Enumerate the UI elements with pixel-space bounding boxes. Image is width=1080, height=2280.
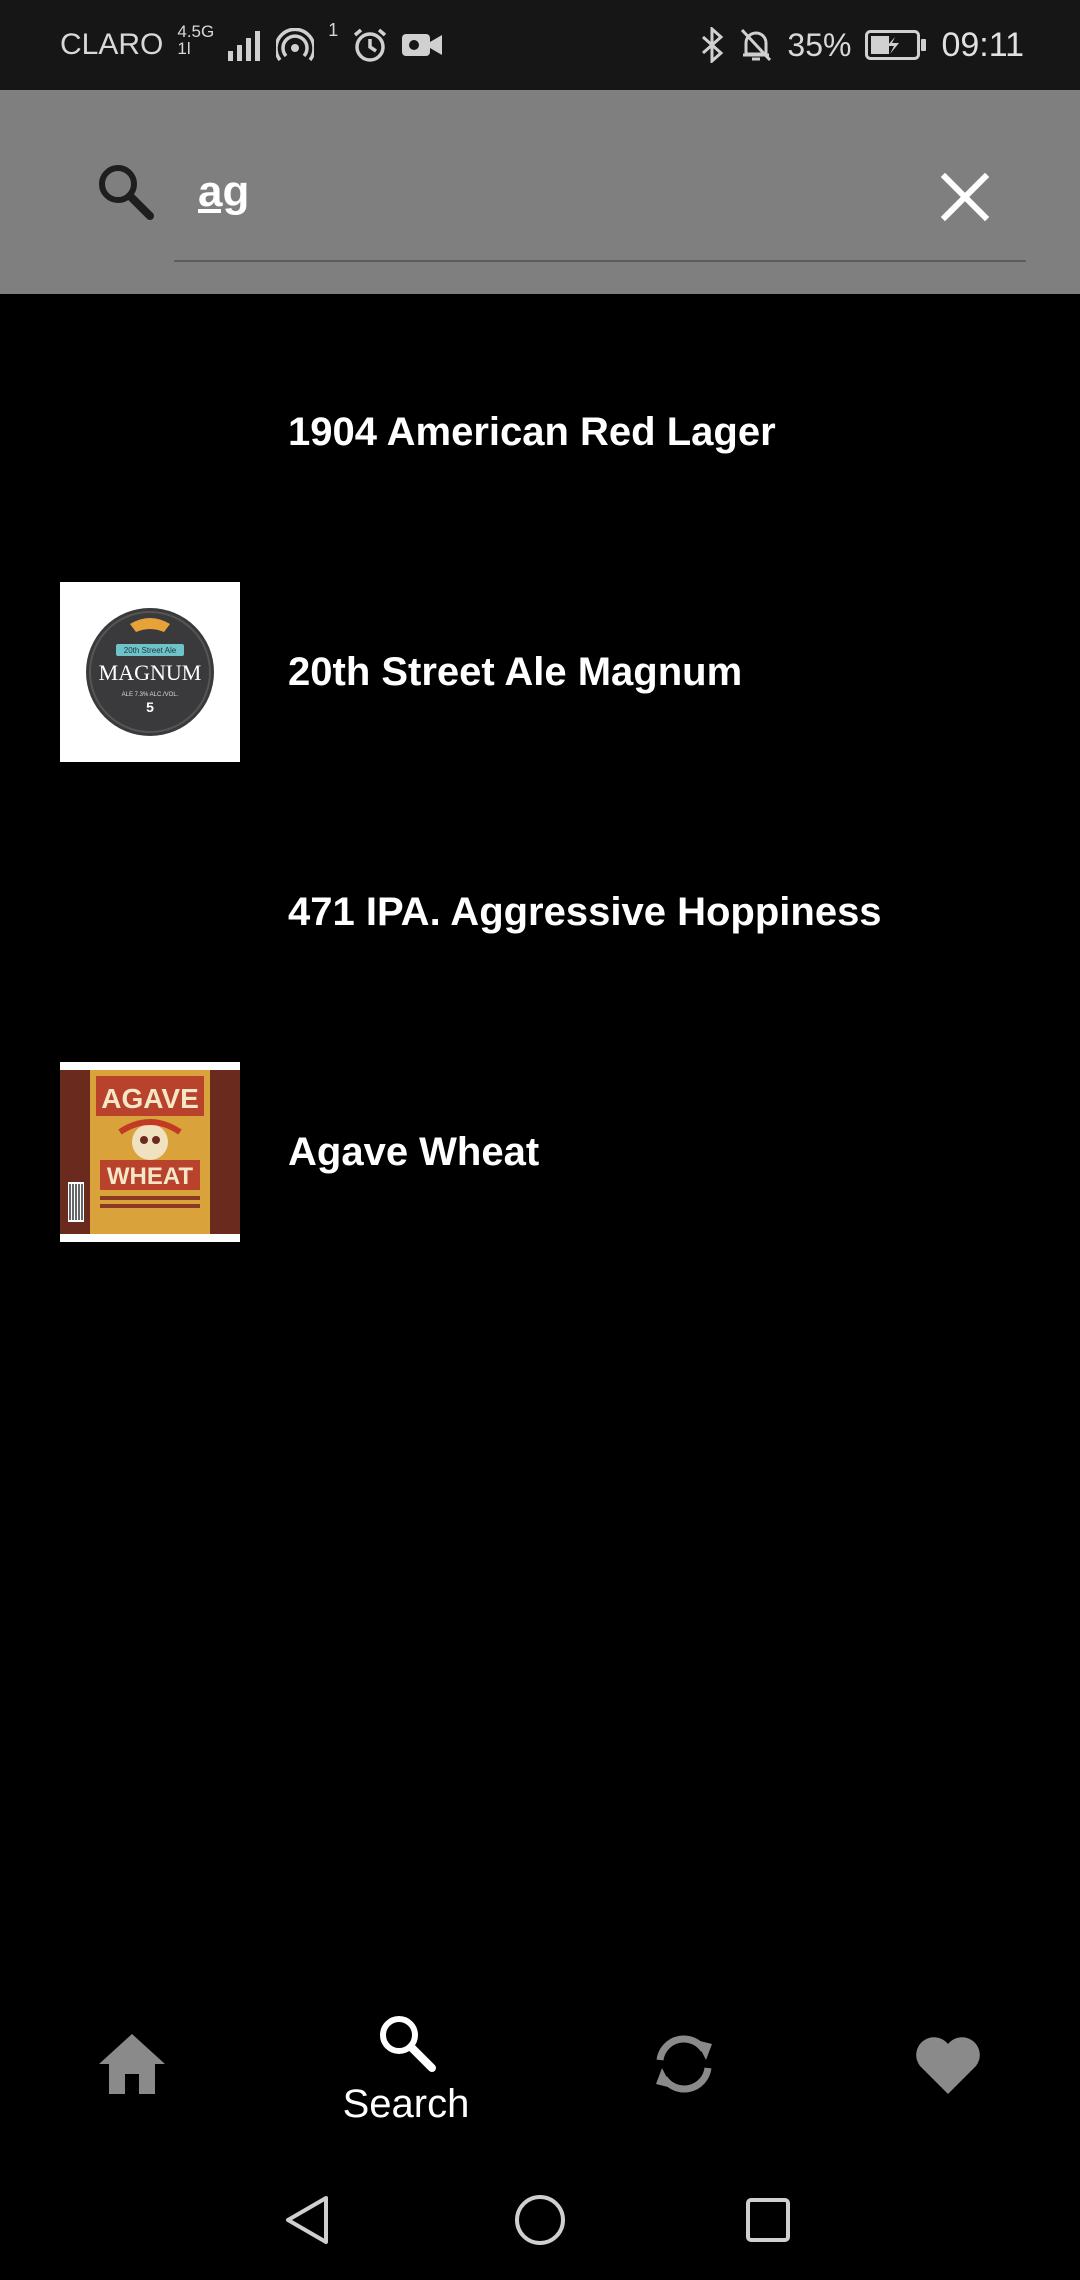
refresh-icon bbox=[656, 2035, 712, 2093]
search-underline bbox=[174, 260, 1026, 262]
magnum-label-line3: ALE 7.3% ALC./VOL. bbox=[122, 692, 179, 698]
list-item[interactable]: AGAVE WHEAT Agave Wheat bbox=[0, 1062, 1080, 1242]
carrier-name: CLARO bbox=[60, 28, 164, 61]
recents-square-icon bbox=[746, 2198, 790, 2242]
network-type: 4.5G 1l bbox=[177, 23, 214, 57]
video-camera-icon bbox=[402, 30, 443, 60]
home-button[interactable] bbox=[510, 2190, 570, 2250]
back-button[interactable] bbox=[278, 2190, 338, 2250]
status-right: 35% 09:11 bbox=[701, 26, 1024, 65]
beer-name: Agave Wheat bbox=[288, 1129, 540, 1174]
beer-name: 20th Street Ale Magnum bbox=[288, 649, 743, 694]
magnum-label-line4: 5 bbox=[146, 699, 154, 715]
beer-thumbnail-agave-wheat: AGAVE WHEAT bbox=[60, 1062, 240, 1242]
clock: 09:11 bbox=[941, 25, 1024, 64]
hotspot-icon bbox=[276, 28, 315, 62]
status-left: CLARO 4.5G 1l 1 bbox=[60, 20, 443, 63]
nav-refresh[interactable] bbox=[584, 1990, 784, 2160]
agave-label-line2: WHEAT bbox=[107, 1163, 194, 1190]
bottom-navigation: Search bbox=[0, 1990, 1080, 2160]
bluetooth-icon bbox=[701, 27, 725, 63]
clear-search-button[interactable] bbox=[930, 162, 1000, 232]
close-icon bbox=[940, 172, 990, 222]
beer-thumbnail-magnum: 20th Street Ale MAGNUM ALE 7.3% ALC./VOL… bbox=[60, 582, 240, 762]
home-icon bbox=[99, 2034, 165, 2094]
battery-icon bbox=[865, 30, 927, 60]
nav-home[interactable] bbox=[32, 1990, 232, 2160]
bell-muted-icon bbox=[739, 27, 773, 63]
status-bar: CLARO 4.5G 1l 1 35% 09:11 bbox=[0, 0, 1080, 90]
beer-name: 1904 American Red Lager bbox=[288, 409, 776, 454]
nav-favorites[interactable] bbox=[848, 1990, 1048, 2160]
signal-icon bbox=[228, 29, 262, 61]
magnum-label-line2: MAGNUM bbox=[99, 660, 202, 685]
hotspot-count: 1 bbox=[328, 19, 339, 40]
heart-icon bbox=[916, 2037, 980, 2094]
back-triangle-icon bbox=[286, 2196, 328, 2244]
home-circle-icon bbox=[515, 2195, 565, 2245]
search-input[interactable] bbox=[198, 164, 898, 220]
search-icon bbox=[380, 2016, 436, 2072]
nav-search-label: Search bbox=[342, 2082, 470, 2126]
nav-search[interactable]: Search bbox=[306, 1990, 506, 2160]
list-item[interactable]: 471 IPA. Aggressive Hoppiness bbox=[0, 822, 1080, 1002]
system-navigation-bar bbox=[0, 2160, 1080, 2280]
search-header bbox=[0, 90, 1080, 294]
agave-label-line1: AGAVE bbox=[101, 1083, 199, 1114]
list-item[interactable]: 1904 American Red Lager bbox=[0, 342, 1080, 522]
list-item[interactable]: 20th Street Ale MAGNUM ALE 7.3% ALC./VOL… bbox=[0, 582, 1080, 762]
app-screen: CLARO 4.5G 1l 1 35% 09:11 ag 1904 Americ… bbox=[0, 0, 1080, 2280]
network-type-bottom: 1l bbox=[177, 39, 191, 58]
beer-name: 471 IPA. Aggressive Hoppiness bbox=[288, 889, 882, 934]
magnum-label-line1: 20th Street Ale bbox=[124, 646, 177, 655]
battery-percent: 35% bbox=[787, 26, 852, 63]
search-icon bbox=[94, 160, 156, 222]
alarm-icon bbox=[352, 27, 388, 63]
recents-button[interactable] bbox=[738, 2190, 798, 2250]
